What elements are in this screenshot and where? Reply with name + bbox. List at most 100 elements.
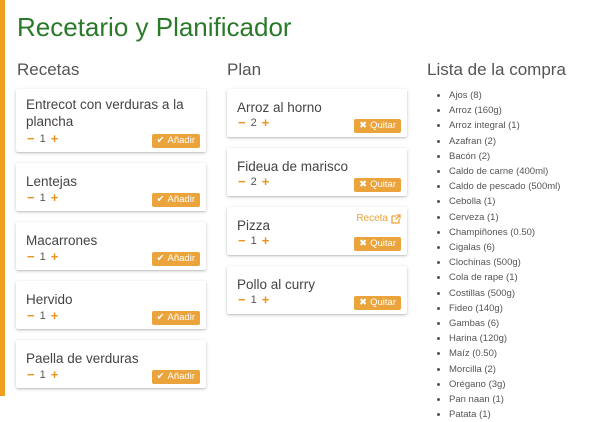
shopping-item: Maíz (0.50) [449,346,560,361]
close-icon: ✖ [359,297,368,308]
recipe-card: Macarrones − 1 + ✔ Añadir [16,222,206,270]
shopping-item: Cigalas (6) [449,240,560,255]
quantity-value: 1 [250,293,257,306]
quantity-stepper: − 1 + [238,233,269,248]
shopping-item: Cebolla (1) [449,194,560,209]
check-icon: ✔ [156,371,165,382]
remove-button[interactable]: ✖ Quitar [354,237,401,251]
increase-button[interactable]: + [51,131,59,146]
shopping-item: Gambas (6) [449,316,560,331]
recipe-name: Macarrones [26,233,98,248]
shopping-item: Caldo de pescado (500ml) [449,179,560,194]
decrease-button[interactable]: − [27,249,35,264]
recipe-link-label: Receta [356,213,388,224]
recipe-link[interactable]: Receta [356,213,401,224]
decrease-button[interactable]: − [27,367,35,382]
close-icon: ✖ [359,179,368,190]
shopping-item: Orégano (3g) [449,377,560,392]
shopping-heading: Lista de la compra [427,60,566,79]
add-button[interactable]: ✔ Añadir [151,193,200,207]
recipe-card: Paella de verduras − 1 + ✔ Añadir [16,340,206,388]
shopping-item: Morcilla (2) [449,362,560,377]
decrease-button[interactable]: − [27,131,35,146]
plan-card: Arroz al horno − 2 + ✖ Quitar [227,89,407,137]
shopping-item: Clochinas (500g) [449,255,560,270]
increase-button[interactable]: + [51,367,59,382]
increase-button[interactable]: + [51,308,59,323]
shopping-item: Fideo (140g) [449,301,560,316]
decrease-button[interactable]: − [27,190,35,205]
remove-button-label: Quitar [370,238,396,249]
add-button-label: Añadir [167,253,195,264]
quantity-stepper: − 2 + [238,174,269,189]
quantity-stepper: − 1 + [238,292,269,307]
add-button-label: Añadir [167,194,195,205]
increase-button[interactable]: + [262,174,270,189]
recipe-name: Paella de verduras [26,351,139,366]
add-button-label: Añadir [167,371,195,382]
shopping-item: Bacón (2) [449,149,560,164]
quantity-value: 2 [250,175,257,188]
plan-recipe-name: Fideua de marisco [237,159,349,174]
quantity-stepper: − 2 + [238,115,269,130]
shopping-item: Cola de rape (1) [449,270,560,285]
add-button[interactable]: ✔ Añadir [151,134,200,148]
plan-card: Fideua de marisco − 2 + ✖ Quitar [227,148,407,196]
remove-button-label: Quitar [370,120,396,131]
increase-button[interactable]: + [262,115,270,130]
quantity-stepper: − 1 + [27,190,58,205]
accent-left-bar [0,0,5,396]
check-icon: ✔ [156,135,165,146]
shopping-item: Cerveza (1) [449,210,560,225]
app-title: Recetario y Planificador [17,12,292,42]
quantity-value: 1 [250,234,257,247]
shopping-item: Ajos (8) [449,88,560,103]
quantity-stepper: − 1 + [27,249,58,264]
recipe-card: Lentejas − 1 + ✔ Añadir [16,163,206,211]
decrease-button[interactable]: − [27,308,35,323]
add-button[interactable]: ✔ Añadir [151,252,200,266]
increase-button[interactable]: + [262,233,270,248]
quantity-value: 1 [39,309,46,322]
decrease-button[interactable]: − [238,115,246,130]
increase-button[interactable]: + [262,292,270,307]
increase-button[interactable]: + [51,249,59,264]
plan-recipe-name: Arroz al horno [237,100,322,115]
add-button[interactable]: ✔ Añadir [151,311,200,325]
plan-heading: Plan [227,60,262,79]
remove-button[interactable]: ✖ Quitar [354,178,401,192]
recipes-heading: Recetas [17,60,80,79]
plan-card: Pollo al curry − 1 + ✖ Quitar [227,266,407,314]
remove-button-label: Quitar [370,179,396,190]
shopping-item: Costillas (500g) [449,286,560,301]
remove-button[interactable]: ✖ Quitar [354,296,401,310]
shopping-item: Champiñones (0.50) [449,225,560,240]
decrease-button[interactable]: − [238,292,246,307]
quantity-value: 1 [39,368,46,381]
check-icon: ✔ [156,312,165,323]
decrease-button[interactable]: − [238,174,246,189]
add-button-label: Añadir [167,135,195,146]
quantity-stepper: − 1 + [27,367,58,382]
remove-button[interactable]: ✖ Quitar [354,119,401,133]
plan-recipe-name: Pollo al curry [237,277,316,292]
remove-button-label: Quitar [370,297,396,308]
plan-card: Pizza Receta − 1 + ✖ Quitar [227,207,407,255]
recipe-name: Entrecot con verduras a la plancha [26,97,184,129]
close-icon: ✖ [359,238,368,249]
quantity-stepper: − 1 + [27,131,58,146]
recipe-name: Lentejas [26,174,78,189]
quantity-value: 1 [39,191,46,204]
shopping-item: Patata (1) [449,407,560,422]
shopping-item: Caldo de carne (400ml) [449,164,560,179]
add-button-label: Añadir [167,312,195,323]
check-icon: ✔ [156,194,165,205]
decrease-button[interactable]: − [238,233,246,248]
increase-button[interactable]: + [51,190,59,205]
quantity-stepper: − 1 + [27,308,58,323]
quantity-value: 1 [39,250,46,263]
shopping-item: Pan naan (1) [449,392,560,407]
recipe-card: Hervido − 1 + ✔ Añadir [16,281,206,329]
close-icon: ✖ [359,120,368,131]
add-button[interactable]: ✔ Añadir [151,370,200,384]
